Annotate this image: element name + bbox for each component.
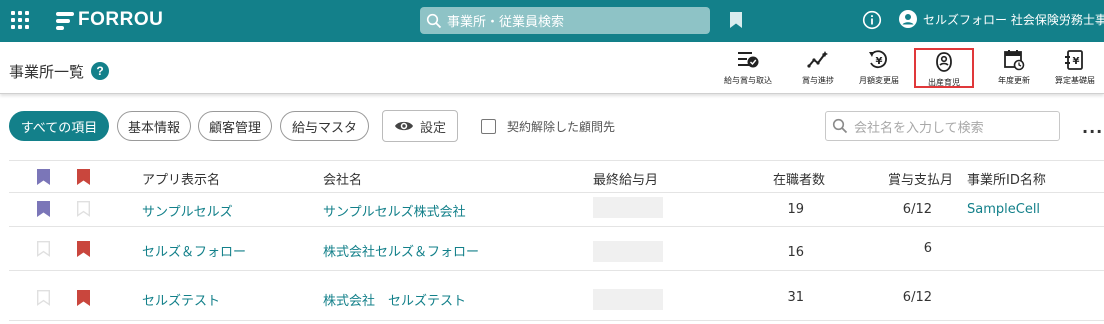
tool-annual-update-button[interactable]: 年度更新 — [984, 48, 1044, 88]
tool-label: 賞与進捗 — [802, 76, 834, 85]
bookmark-outline-icon[interactable] — [37, 290, 50, 306]
bookmark-outline-icon[interactable] — [77, 201, 90, 217]
red-bookmark-icon[interactable] — [77, 290, 90, 306]
chip-all-items[interactable]: すべての項目 — [9, 111, 109, 141]
search-icon — [832, 118, 848, 134]
settings-label: 設定 — [419, 120, 446, 136]
forrou-logo-icon — [56, 10, 74, 30]
yen-document-icon: ¥ — [1045, 48, 1104, 72]
table-row[interactable]: セルズテスト 株式会社 セルズテスト 31 6/12 — [9, 271, 1104, 321]
company-search-placeholder: 会社名を入力して検索 — [854, 120, 984, 136]
more-options-icon[interactable]: ... — [1082, 118, 1103, 137]
progress-icon — [788, 48, 848, 72]
brand-logo[interactable]: FORROU — [56, 9, 163, 31]
app-name-link[interactable]: サンプルセルズ — [142, 201, 233, 220]
table-row[interactable]: セルズ＆フォロー 株式会社セルズ＆フォロー 16 6 — [9, 227, 1104, 271]
tool-label: 年度更新 — [998, 76, 1030, 85]
app-grid-icon[interactable] — [11, 11, 29, 29]
terminated-contracts-checkbox[interactable] — [481, 119, 496, 134]
employee-count: 16 — [787, 245, 804, 260]
tool-label: 出産育児 — [928, 78, 960, 87]
page-header: 事業所一覧 ? 給与賞与取込 賞与進捗 ¥ 月額変更届 出産育児 年度更新 ¥ — [0, 42, 1104, 94]
bonus-month: 6/12 — [902, 202, 932, 217]
terminated-contracts-label: 契約解除した顧問先 — [507, 120, 616, 134]
tool-bonus-progress-button[interactable]: 賞与進捗 — [788, 48, 848, 88]
redacted-last-pay-month — [593, 289, 663, 310]
header-last-pay-month[interactable]: 最終給与月 — [593, 169, 658, 188]
user-name: セルズフォロー 社会保険労務士事... — [923, 12, 1104, 27]
help-icon[interactable]: ? — [91, 62, 109, 80]
redacted-last-pay-month — [593, 241, 663, 262]
header-app-name[interactable]: アプリ表示名 — [142, 169, 220, 188]
svg-text:¥: ¥ — [876, 56, 883, 67]
purple-bookmark-icon[interactable] — [37, 201, 50, 217]
terminated-contracts-toggle[interactable]: 契約解除した顧問先 — [481, 118, 615, 135]
tool-calculation-base-button[interactable]: ¥ 算定基礎届 — [1045, 48, 1104, 88]
header-bonus-month[interactable]: 賞与支払月 — [888, 169, 953, 188]
chip-payroll-master[interactable]: 給与マスタ — [280, 111, 369, 141]
account-icon — [899, 10, 917, 28]
company-search-input[interactable]: 会社名を入力して検索 — [825, 111, 1060, 141]
baby-icon — [916, 50, 972, 74]
info-icon[interactable] — [862, 10, 882, 34]
yen-change-icon: ¥ — [849, 48, 909, 72]
eye-icon — [394, 121, 413, 131]
calendar-refresh-icon — [984, 48, 1044, 72]
office-id-link[interactable]: SampleCell — [967, 202, 1040, 217]
bonus-month: 6 — [923, 241, 932, 256]
company-name-link[interactable]: 株式会社セルズ＆フォロー — [323, 241, 479, 260]
header-company[interactable]: 会社名 — [323, 169, 362, 188]
bonus-month: 6/12 — [902, 290, 932, 305]
red-bookmark-icon[interactable] — [77, 241, 90, 257]
app-name-link[interactable]: セルズ＆フォロー — [142, 241, 246, 260]
table-header-row: アプリ表示名 会社名 最終給与月 在職者数 賞与支払月 事業所ID名称 — [9, 160, 1104, 193]
employee-count: 19 — [787, 202, 804, 217]
table-row[interactable]: サンプルセルズ サンプルセルズ株式会社 19 6/12 SampleCell — [9, 193, 1104, 227]
chip-customer-management[interactable]: 顧客管理 — [198, 111, 272, 141]
svg-text:¥: ¥ — [1073, 56, 1080, 67]
red-bookmark-icon[interactable] — [77, 169, 90, 185]
global-search-input[interactable]: 事業所・従業員検索 — [420, 7, 710, 34]
employee-count: 31 — [787, 290, 804, 305]
chip-basic-info[interactable]: 基本情報 — [117, 111, 191, 141]
import-icon — [718, 48, 778, 72]
filter-bar: すべての項目 基本情報 顧客管理 給与マスタ 設定 契約解除した顧問先 会社名を… — [0, 108, 1104, 146]
bookmark-icon[interactable] — [729, 11, 743, 33]
tool-label: 月額変更届 — [859, 76, 899, 85]
purple-bookmark-icon[interactable] — [37, 169, 50, 185]
header-office-id[interactable]: 事業所ID名称 — [967, 169, 1046, 188]
global-search-placeholder: 事業所・従業員検索 — [447, 15, 565, 30]
header-employees[interactable]: 在職者数 — [773, 169, 825, 188]
tool-childbirth-button[interactable]: 出産育児 — [914, 48, 974, 88]
tool-label: 算定基礎届 — [1055, 76, 1095, 85]
user-menu[interactable]: セルズフォロー 社会保険労務士事... — [899, 10, 1104, 28]
bookmark-outline-icon[interactable] — [37, 241, 50, 257]
tool-monthly-change-button[interactable]: ¥ 月額変更届 — [849, 48, 909, 88]
redacted-last-pay-month — [593, 197, 663, 218]
top-app-bar: FORROU 事業所・従業員検索 セルズフォロー 社会保険労務士事... — [0, 0, 1104, 42]
page-title: 事業所一覧 — [9, 63, 85, 81]
tool-label: 給与賞与取込 — [724, 76, 772, 85]
search-icon — [426, 13, 442, 28]
company-name-link[interactable]: サンプルセルズ株式会社 — [323, 201, 466, 220]
company-name-link[interactable]: 株式会社 セルズテスト — [323, 290, 466, 309]
settings-button[interactable]: 設定 — [382, 110, 458, 142]
app-name-link[interactable]: セルズテスト — [142, 290, 220, 309]
brand-name: FORROU — [78, 9, 164, 30]
tool-payroll-import-button[interactable]: 給与賞与取込 — [718, 48, 778, 88]
